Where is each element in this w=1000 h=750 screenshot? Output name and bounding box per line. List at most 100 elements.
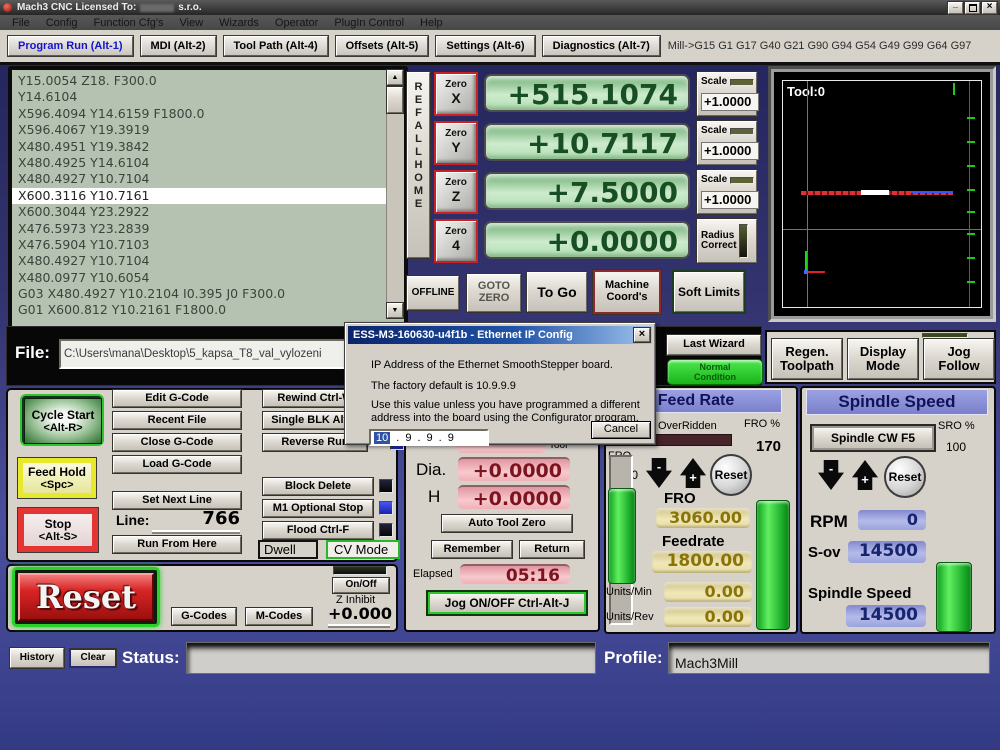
gcode-line[interactable]: G01 X600.812 Y10.2161 F1800.0 bbox=[12, 302, 387, 318]
zero-y-button[interactable]: Zero Y bbox=[434, 121, 478, 165]
gcode-line[interactable]: X480.4927 Y10.7104 bbox=[12, 253, 387, 269]
toolpath-display[interactable]: Tool:0 bbox=[774, 72, 990, 316]
zero-z-button[interactable]: Zero Z bbox=[434, 170, 478, 214]
dialog-titlebar[interactable]: ESS-M3-160630-u4f1b - Ethernet IP Config… bbox=[348, 326, 652, 344]
cv-mode-indicator[interactable]: CV Mode bbox=[326, 540, 400, 559]
ref-all-home-button[interactable]: REF ALL HOME bbox=[407, 72, 430, 258]
fro-display[interactable]: 3060.00 bbox=[656, 508, 750, 528]
feedrate-display[interactable]: 1800.00 bbox=[652, 551, 752, 573]
offline-button[interactable]: OFFLINE bbox=[407, 276, 459, 310]
screen-tab[interactable]: Program Run (Alt-1) bbox=[8, 36, 133, 56]
flood-button[interactable]: Flood Ctrl-F bbox=[263, 522, 373, 539]
gcode-line[interactable]: X480.4925 Y14.6104 bbox=[12, 155, 387, 171]
screen-tab[interactable]: MDI (Alt-2) bbox=[141, 36, 216, 56]
menu-item[interactable]: Wizards bbox=[211, 16, 267, 30]
machine-coords-button[interactable]: Machine Coord's bbox=[593, 270, 661, 314]
feed-reset-button[interactable]: Reset bbox=[710, 454, 752, 496]
line-number-display[interactable]: 766 bbox=[152, 508, 240, 532]
menu-item[interactable]: Function Cfg's bbox=[86, 16, 172, 30]
screen-tab[interactable]: Diagnostics (Alt-7) bbox=[543, 36, 660, 56]
scale-x-box[interactable]: Scale +1.0000 bbox=[697, 72, 757, 116]
gcode-line[interactable]: Y15.0054 Z18. F300.0 bbox=[12, 73, 387, 89]
set-next-line-button[interactable]: Set Next Line bbox=[113, 492, 241, 509]
scale-z-value[interactable]: +1.0000 bbox=[701, 191, 759, 209]
scale-y-value[interactable]: +1.0000 bbox=[701, 142, 759, 160]
regen-toolpath-button[interactable]: Regen. Toolpath bbox=[772, 339, 842, 379]
menu-item[interactable]: Config bbox=[38, 16, 86, 30]
feed-hold-button[interactable]: Feed Hold <Spc> bbox=[18, 458, 96, 498]
scroll-up-button[interactable]: ▲ bbox=[387, 70, 403, 85]
ip-address-field[interactable]: 10 . 9 . 9 . 9 bbox=[369, 429, 489, 446]
menu-item[interactable]: PlugIn Control bbox=[326, 16, 412, 30]
run-from-here-button[interactable]: Run From Here bbox=[113, 536, 241, 553]
sov-display[interactable]: 14500 bbox=[848, 541, 926, 563]
remember-button[interactable]: Remember bbox=[432, 541, 512, 558]
ip-octet-1-selected[interactable]: 10 bbox=[374, 432, 390, 444]
scale-z-box[interactable]: Scale +1.0000 bbox=[697, 170, 757, 214]
gcode-line[interactable]: G03 X480.4927 Y10.2104 I0.395 J0 F300.0 bbox=[12, 286, 387, 302]
edit-gcode-button[interactable]: Edit G-Code bbox=[113, 390, 241, 407]
z-inhibit-value[interactable]: +0.000 bbox=[328, 604, 390, 626]
normal-condition-button[interactable]: Normal Condition bbox=[667, 359, 763, 385]
restore-button[interactable] bbox=[965, 2, 980, 14]
minimize-button[interactable]: _ bbox=[948, 2, 963, 14]
spindle-cw-button[interactable]: Spindle CW F5 bbox=[812, 426, 934, 450]
history-button[interactable]: History bbox=[10, 648, 64, 668]
gcode-line[interactable]: X600.3116 Y10.7161 bbox=[12, 188, 387, 204]
scroll-thumb[interactable] bbox=[387, 87, 403, 113]
close-button[interactable]: × bbox=[982, 2, 997, 14]
gcode-line[interactable]: X476.5973 Y23.2839 bbox=[12, 221, 387, 237]
mcodes-button[interactable]: M-Codes bbox=[246, 608, 312, 625]
spindle-reset-button[interactable]: Reset bbox=[884, 456, 926, 498]
radius-correct-button[interactable]: Radius Correct bbox=[697, 219, 757, 263]
gcode-line[interactable]: X600.3044 Y23.2922 bbox=[12, 204, 387, 220]
scale-x-value[interactable]: +1.0000 bbox=[701, 93, 759, 111]
status-field[interactable] bbox=[186, 642, 596, 674]
gcodes-button[interactable]: G-Codes bbox=[172, 608, 236, 625]
jog-onoff-button[interactable]: Jog ON/OFF Ctrl-Alt-J bbox=[428, 592, 586, 614]
ip-octet-2[interactable]: 9 bbox=[405, 432, 411, 444]
dialog-cancel-button[interactable]: Cancel bbox=[591, 421, 651, 439]
spindle-speed-display[interactable]: 14500 bbox=[846, 605, 926, 627]
dro-x-axis[interactable]: +515.1074 bbox=[484, 74, 690, 112]
gcode-scrollbar[interactable]: ▲ ▼ bbox=[386, 70, 404, 318]
soft-limits-button[interactable]: Soft Limits bbox=[674, 272, 744, 312]
gcode-line[interactable]: X480.4927 Y10.7104 bbox=[12, 171, 387, 187]
screen-tab[interactable]: Offsets (Alt-5) bbox=[336, 36, 429, 56]
return-button[interactable]: Return bbox=[520, 541, 584, 558]
display-mode-button[interactable]: Display Mode bbox=[848, 339, 918, 379]
screen-tab[interactable]: Tool Path (Alt-4) bbox=[224, 36, 328, 56]
z-inhibit-onoff-button[interactable]: On/Off bbox=[333, 578, 389, 593]
dro-z-axis[interactable]: +7.5000 bbox=[484, 172, 690, 210]
zero-4-button[interactable]: Zero 4 bbox=[434, 219, 478, 263]
menu-item[interactable]: Help bbox=[412, 16, 451, 30]
menu-item[interactable]: File bbox=[4, 16, 38, 30]
dwell-indicator[interactable]: Dwell bbox=[258, 540, 318, 559]
gcode-line[interactable]: X480.0977 Y10.6054 bbox=[12, 270, 387, 286]
close-gcode-button[interactable]: Close G-Code bbox=[113, 434, 241, 451]
to-go-button[interactable]: To Go bbox=[527, 272, 587, 312]
recent-file-button[interactable]: Recent File bbox=[113, 412, 241, 429]
screen-tab[interactable]: Settings (Alt-6) bbox=[436, 36, 534, 56]
block-delete-button[interactable]: Block Delete bbox=[263, 478, 373, 495]
jog-follow-button[interactable]: Jog Follow bbox=[924, 339, 994, 379]
goto-zero-button[interactable]: GOTO ZERO bbox=[467, 274, 521, 312]
gcode-line[interactable]: X480.4951 Y19.3842 bbox=[12, 139, 387, 155]
scroll-down-button[interactable]: ▼ bbox=[387, 303, 403, 318]
tool-h-display[interactable]: +0.0000 bbox=[458, 485, 570, 509]
ip-octet-3[interactable]: 9 bbox=[427, 432, 433, 444]
reset-button[interactable]: Reset bbox=[12, 567, 160, 627]
gcode-line[interactable]: X596.4094 Y14.6159 F1800.0 bbox=[12, 106, 387, 122]
dro-4-axis[interactable]: +0.0000 bbox=[484, 221, 690, 259]
stop-button[interactable]: Stop <Alt-S> bbox=[18, 508, 98, 552]
clear-button[interactable]: Clear bbox=[70, 649, 116, 667]
file-path-field[interactable]: C:\Users\mana\Desktop\5_kapsa_T8_val_vyl… bbox=[59, 339, 347, 369]
cycle-start-button[interactable]: Cycle Start <Alt-R> bbox=[20, 394, 104, 446]
menu-item[interactable]: Operator bbox=[267, 16, 326, 30]
auto-tool-zero-button[interactable]: Auto Tool Zero bbox=[442, 515, 572, 532]
dro-y-axis[interactable]: +10.7117 bbox=[484, 123, 690, 161]
dialog-close-button[interactable]: × bbox=[634, 328, 650, 342]
menu-item[interactable]: View bbox=[172, 16, 212, 30]
gcode-line[interactable]: X476.5904 Y10.7103 bbox=[12, 237, 387, 253]
ip-octet-4[interactable]: 9 bbox=[448, 432, 454, 444]
